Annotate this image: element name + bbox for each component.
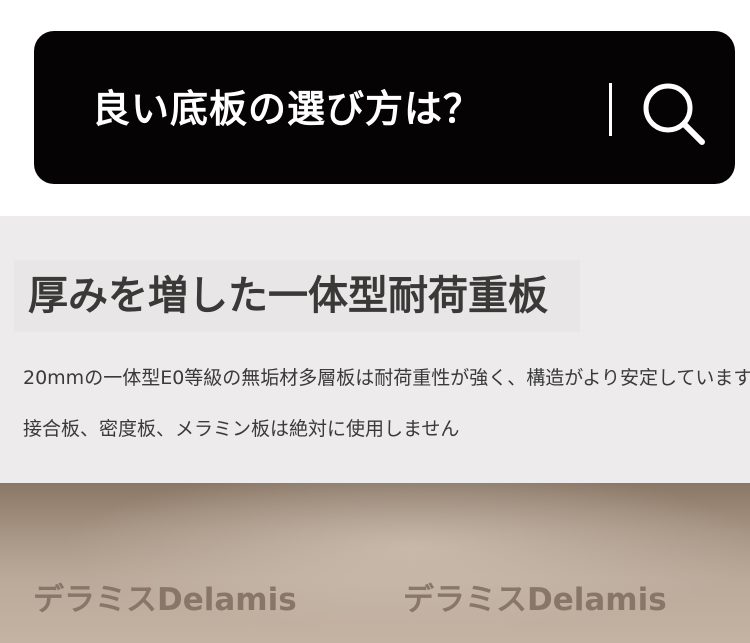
page: 良い底板の選び方は？ 厚みを増した一体型耐荷重板 20mmの一体型E0等級の無垢… [0, 0, 750, 643]
feature-description-line-1: 20mmの一体型E0等級の無垢材多層板は耐荷重性が強く、構造がより安定しています [23, 367, 750, 389]
product-brand-label: デラミスDelamis [33, 582, 297, 618]
search-icon[interactable] [640, 80, 708, 148]
feature-section: 厚みを増した一体型耐荷重板 20mmの一体型E0等級の無垢材多層板は耐荷重性が強… [0, 216, 750, 483]
search-section: 良い底板の選び方は？ [0, 0, 750, 216]
search-query-text[interactable]: 良い底板の選び方は？ [92, 84, 482, 134]
product-brand-label: デラミスDelamis [403, 582, 667, 618]
feature-title-box: 厚みを増した一体型耐荷重板 [14, 260, 580, 332]
search-divider [609, 83, 612, 136]
product-image-area[interactable]: デラミスDelamis デラミスDelamis [0, 483, 750, 643]
search-bar[interactable]: 良い底板の選び方は？ [34, 31, 735, 184]
feature-title: 厚みを増した一体型耐荷重板 [28, 273, 548, 319]
feature-description-line-2: 接合板、密度板、メラミン板は絶対に使用しません [23, 418, 460, 440]
